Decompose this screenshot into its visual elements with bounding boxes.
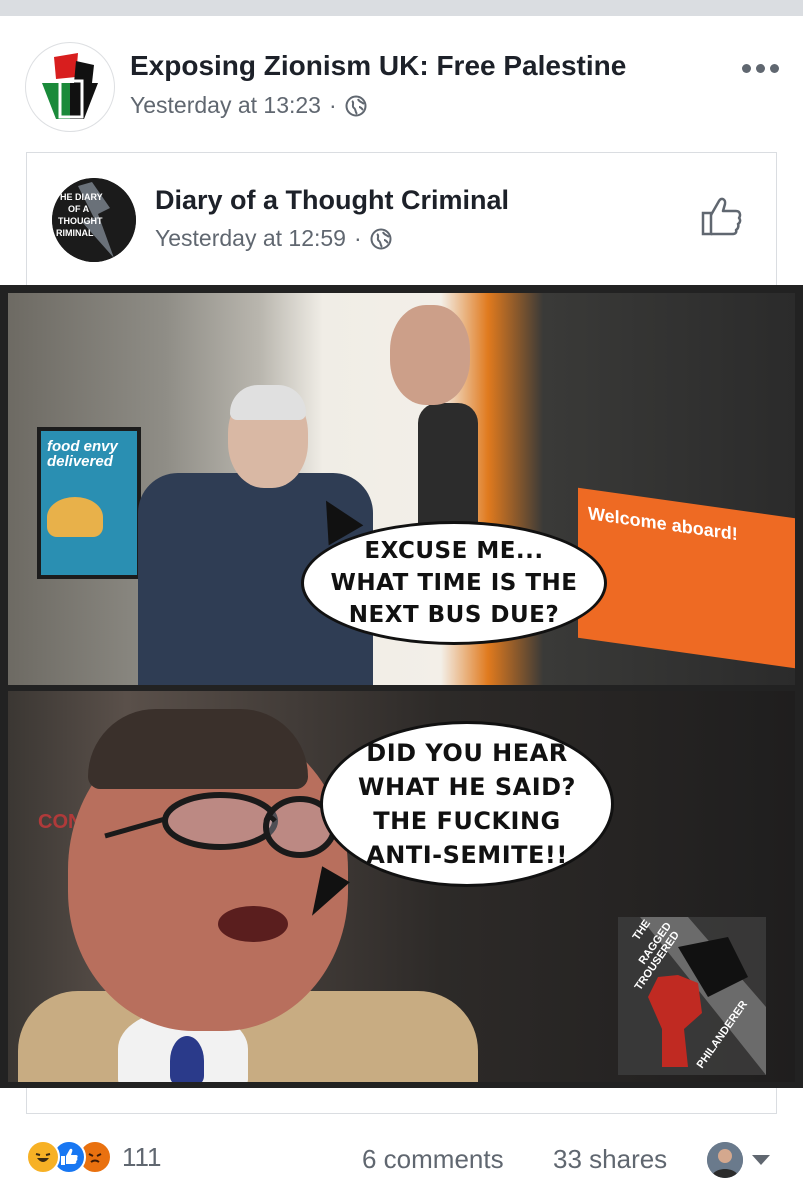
top-divider [0,0,803,16]
separator-dot: · [328,92,337,118]
bubble-line: WHAT TIME IS THE [330,570,578,596]
avatar-text-line-1: HE DIARY [60,192,103,202]
shared-page-avatar[interactable]: HE DIARY OF A THOUGHT RIMINAL [52,178,136,262]
reactions-summary[interactable]: 111 [26,1140,162,1174]
chevron-down-icon[interactable] [752,1155,770,1165]
comments-count-link[interactable]: 6 comments [362,1144,504,1175]
shared-timestamp[interactable]: Yesterday at 12:59 [155,225,346,252]
globe-icon [345,95,367,116]
globe-icon [370,228,392,249]
poster-text-line: delivered [47,453,113,470]
taco-icon [47,497,103,537]
haha-icon [26,1140,60,1174]
page-avatar[interactable] [25,42,115,132]
speech-bubble-bottom: DID YOU HEAR WHAT HE SAID? THE FUCKING A… [320,721,614,887]
diary-logo-icon: HE DIARY OF A THOUGHT RIMINAL [52,178,136,262]
thumbs-up-icon [701,197,742,236]
speech-bubble-top: EXCUSE ME... WHAT TIME IS THE NEXT BUS D… [301,521,607,645]
man-hair [88,709,308,789]
bus-sign: Welcome aboard! [578,487,795,669]
bubble-line: NEXT BUS DUE? [348,602,560,628]
avatar-text-line-3: THOUGHT [58,216,103,226]
open-mouth [218,906,288,942]
shared-page-name[interactable]: Diary of a Thought Criminal [155,185,509,216]
raised-fist-watermark-icon: THE RAGGED TROUSERED PHILANDERER [631,917,766,1075]
bus-driver-head [390,305,470,405]
like-page-button[interactable] [700,195,742,237]
shared-timestamp-row: Yesterday at 12:59 · [155,225,392,252]
meme-panel-bottom: CONTRO DID YOU HEAR WHAT HE SAID? THE FU… [8,691,795,1082]
post-timestamp[interactable]: Yesterday at 13:23 [130,92,321,119]
bubble-line: ANTI-SEMITE!! [366,841,568,869]
bubble-line: WHAT HE SAID? [358,773,576,801]
page-name[interactable]: Exposing Zionism UK: Free Palestine [130,50,626,82]
watermark-logo: THE RAGGED TROUSERED PHILANDERER [618,917,766,1075]
man-tie [170,1036,204,1082]
avatar-text-line-2: OF A [68,204,90,214]
separator-dot: · [353,225,362,251]
bubble-line: THE FUCKING [373,807,561,835]
meme-panel-top: food envy delivered Welcome aboard! EXCU… [8,293,795,685]
reaction-count: 111 [122,1141,162,1172]
glasses-icon [104,792,337,858]
bubble-line: DID YOU HEAR [366,739,568,767]
food-poster: food envy delivered [37,427,141,579]
man-in-jacket-hair [230,385,306,420]
raised-fist-logo-icon [27,44,113,130]
post-timestamp-row: Yesterday at 13:23 · [130,92,367,119]
shares-count-link[interactable]: 33 shares [553,1144,667,1175]
avatar-text-line-4: RIMINAL [56,228,94,238]
meme-image[interactable]: food envy delivered Welcome aboard! EXCU… [0,285,803,1088]
bubble-line: EXCUSE ME... [364,538,544,564]
reacting-as-avatar[interactable] [707,1142,743,1178]
more-options-icon[interactable] [742,64,779,73]
user-avatar-icon [707,1142,743,1178]
